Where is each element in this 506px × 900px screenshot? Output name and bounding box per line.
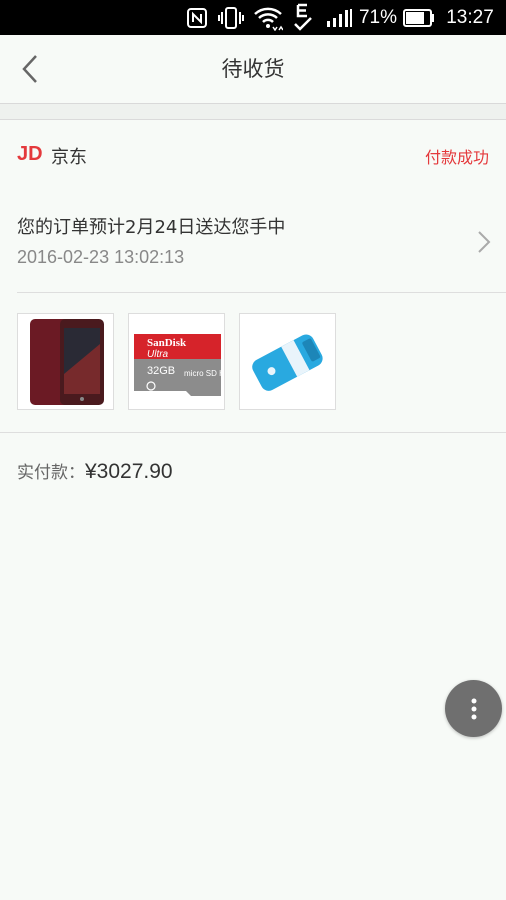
- phone-image: [30, 319, 104, 405]
- chevron-right-icon: [478, 231, 491, 253]
- shop-logo: JD: [17, 143, 43, 165]
- product-thumb-card-reader[interactable]: [239, 313, 336, 410]
- sd-card-image: SanDisk Ultra 32GB micro SD HC I: [134, 334, 224, 396]
- divider: [17, 292, 506, 293]
- total-payment: 实付款： ¥3027.90: [17, 458, 173, 484]
- signal-icon: [324, 0, 354, 35]
- product-thumb-sd-card[interactable]: SanDisk Ultra 32GB micro SD HC I: [128, 313, 225, 410]
- app-header: 待收货: [0, 35, 506, 104]
- nfc-icon: [186, 0, 208, 35]
- sd-capacity: 32GB: [147, 365, 175, 377]
- clock: 13:27: [446, 6, 494, 28]
- battery-icon: [402, 0, 436, 35]
- e-network-icon: [290, 0, 316, 35]
- page-title: 待收货: [221, 57, 285, 81]
- card-reader-image: [252, 334, 323, 391]
- shop-name: 京东: [51, 147, 87, 168]
- more-options-button[interactable]: [445, 680, 502, 737]
- sd-line: Ultra: [147, 349, 169, 360]
- divider: [0, 432, 506, 433]
- total-label: 实付款：: [17, 463, 85, 483]
- battery-percent: 71%: [358, 6, 398, 28]
- sd-brand: SanDisk: [147, 337, 187, 349]
- sd-format: micro SD HC I: [184, 369, 224, 378]
- order-timestamp: 2016-02-23 13:02:13: [17, 247, 185, 267]
- delivery-info-row[interactable]: 您的订单预计2月24日送达您手中 2016-02-23 13:02:13: [0, 196, 506, 292]
- vibrate-icon: [216, 0, 246, 35]
- order-status-badge: 付款成功: [424, 148, 489, 167]
- status-bar: 71% 13:27: [0, 0, 506, 35]
- section-gap: [0, 104, 506, 120]
- product-thumb-phone[interactable]: [17, 313, 114, 410]
- more-vertical-icon: [471, 698, 476, 719]
- wifi-icon: [252, 0, 284, 35]
- delivery-message: 您的订单预计2月24日送达您手中: [17, 217, 286, 238]
- total-amount: ¥3027.90: [85, 460, 173, 483]
